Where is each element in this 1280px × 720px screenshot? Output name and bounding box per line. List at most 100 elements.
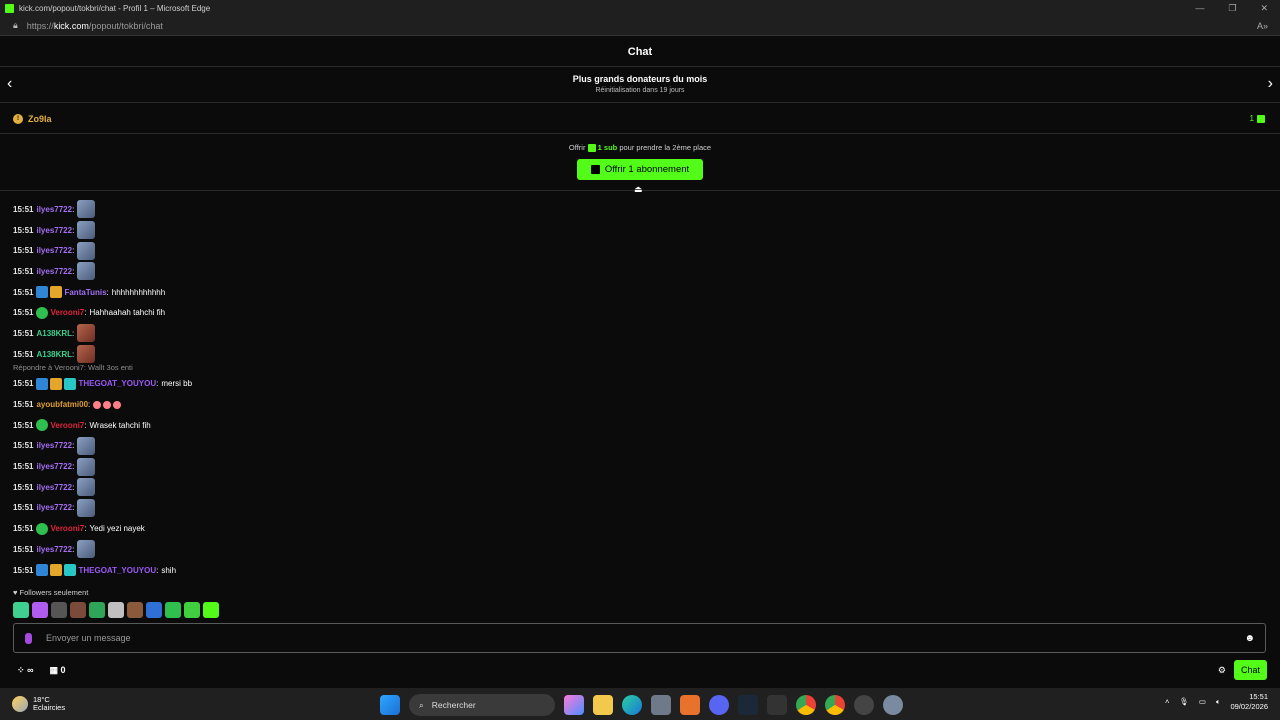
pigeon-emote-icon[interactable] bbox=[77, 241, 96, 260]
pigeon-emote-icon[interactable] bbox=[77, 478, 96, 497]
reply-context[interactable]: Répondre à Verooni7: Wallt 3os enti bbox=[13, 362, 1263, 374]
app-mail-icon[interactable] bbox=[767, 695, 787, 715]
store-app-icon[interactable] bbox=[651, 695, 671, 715]
message-username[interactable]: ilyes7722 bbox=[36, 462, 72, 471]
message-username[interactable]: THEGOAT_YOUYOU bbox=[78, 379, 156, 388]
face-emote-icon[interactable] bbox=[77, 345, 96, 364]
gold-badge-icon[interactable] bbox=[50, 564, 63, 577]
blue-badge-icon[interactable] bbox=[36, 564, 49, 577]
message-input[interactable]: Envoyer un message ☻ bbox=[13, 623, 1266, 653]
message-username[interactable]: THEGOAT_YOUYOU bbox=[78, 566, 156, 575]
chrome-profile-icon[interactable] bbox=[825, 695, 845, 715]
emote-1-icon[interactable] bbox=[13, 602, 29, 618]
send-chat-button[interactable]: Chat bbox=[1233, 660, 1267, 680]
blue-badge-icon[interactable] bbox=[36, 377, 49, 390]
message-username[interactable]: A138KRL bbox=[36, 329, 72, 338]
url-host: kick.com bbox=[53, 20, 89, 31]
message-username[interactable]: FantaTunis bbox=[64, 288, 106, 297]
emote-9-icon[interactable] bbox=[165, 602, 181, 618]
microphone-icon[interactable] bbox=[25, 632, 32, 644]
edge-icon[interactable] bbox=[622, 695, 642, 715]
emote-7-icon[interactable] bbox=[127, 602, 143, 618]
message-username[interactable]: ilyes7722 bbox=[36, 483, 72, 492]
collapse-icon[interactable]: ⏏ bbox=[634, 184, 643, 195]
emote-8-icon[interactable] bbox=[146, 602, 162, 618]
message-text: Yedi yezi nayek bbox=[89, 524, 145, 534]
teal-badge-icon[interactable] bbox=[64, 377, 77, 390]
message-username[interactable]: ilyes7722 bbox=[36, 503, 72, 512]
message-username[interactable]: ayoubfatmi00 bbox=[36, 400, 88, 409]
clock[interactable]: 15:51 09/02/2026 bbox=[1230, 692, 1268, 712]
green-badge-icon[interactable] bbox=[36, 522, 49, 535]
message-username[interactable]: Verooni7 bbox=[50, 421, 84, 430]
pigeon-emote-icon[interactable] bbox=[77, 498, 96, 517]
emote-6-icon[interactable] bbox=[108, 602, 124, 618]
settings-gear-icon[interactable]: ⚙ bbox=[1218, 665, 1226, 676]
app-orange-icon[interactable] bbox=[680, 695, 700, 715]
restore-icon[interactable]: ❐ bbox=[1228, 3, 1236, 14]
offer-subscription-button[interactable]: Offrir 1 abonnement bbox=[577, 159, 703, 180]
network-icon[interactable]: ▭ bbox=[1199, 697, 1206, 706]
weather-icon bbox=[12, 696, 28, 712]
chevron-up-icon[interactable]: ˄ bbox=[1165, 697, 1169, 706]
chat-message: 15:51 ayoubfatmi00: bbox=[13, 394, 1263, 415]
message-username[interactable]: A138KRL bbox=[36, 350, 72, 359]
emote-2-icon[interactable] bbox=[32, 602, 48, 618]
green-badge-icon[interactable] bbox=[36, 419, 49, 432]
smile-emoji-icon[interactable] bbox=[113, 400, 122, 409]
system-tray: ˄ 🎙︎ ▭ 🔈︎ 15:51 09/02/2026 bbox=[1165, 692, 1268, 712]
message-username[interactable]: ilyes7722 bbox=[36, 441, 72, 450]
message-username[interactable]: Verooni7 bbox=[50, 308, 84, 317]
top-donor-name[interactable]: Zo9la bbox=[28, 114, 52, 124]
steam-icon[interactable] bbox=[738, 695, 758, 715]
volume-icon[interactable]: 🔈︎ bbox=[1216, 697, 1221, 707]
face-emote-icon[interactable] bbox=[77, 324, 96, 343]
gold-badge-icon[interactable] bbox=[50, 377, 63, 390]
message-username[interactable]: ilyes7722 bbox=[36, 267, 72, 276]
pigeon-emote-icon[interactable] bbox=[77, 200, 96, 219]
emote-5-icon[interactable] bbox=[89, 602, 105, 618]
address-bar[interactable]: 🔒︎ https://kick.com/popout/tokbri/chat A… bbox=[0, 16, 1280, 36]
store-indicator[interactable]: ▦ 0 bbox=[49, 665, 65, 676]
pigeon-emote-icon[interactable] bbox=[77, 457, 96, 476]
message-username[interactable]: ilyes7722 bbox=[36, 545, 72, 554]
close-icon[interactable]: ✕ bbox=[1260, 3, 1268, 14]
message-username[interactable]: ilyes7722 bbox=[36, 205, 72, 214]
discord-icon[interactable] bbox=[709, 695, 729, 715]
weather-widget[interactable]: 18°C Eclaircies bbox=[12, 695, 65, 713]
chevron-right-icon[interactable]: › bbox=[1268, 75, 1273, 93]
emote-10-icon[interactable] bbox=[184, 602, 200, 618]
minimize-icon[interactable]: — bbox=[1195, 3, 1204, 14]
file-explorer-icon[interactable] bbox=[593, 695, 613, 715]
points-indicator[interactable]: ⁘ ∞ bbox=[17, 665, 33, 676]
settings-app-icon[interactable] bbox=[883, 695, 903, 715]
message-time: 15:51 bbox=[13, 565, 34, 575]
chrome-icon[interactable] bbox=[796, 695, 816, 715]
copilot-icon[interactable] bbox=[564, 695, 584, 715]
emote-3-icon[interactable] bbox=[51, 602, 67, 618]
lock-icon[interactable]: 🔒︎ bbox=[13, 20, 18, 31]
emote-4-icon[interactable] bbox=[70, 602, 86, 618]
emote-11-icon[interactable] bbox=[203, 602, 219, 618]
read-aloud-icon[interactable]: A» bbox=[1257, 21, 1268, 31]
emoji-picker-icon[interactable]: ☻ bbox=[1244, 633, 1255, 644]
start-windows-icon[interactable] bbox=[380, 695, 400, 715]
green-badge-icon[interactable] bbox=[36, 306, 49, 319]
gold-badge-icon[interactable] bbox=[50, 286, 63, 299]
teal-badge-icon[interactable] bbox=[64, 564, 77, 577]
message-username[interactable]: ilyes7722 bbox=[36, 246, 72, 255]
pigeon-emote-icon[interactable] bbox=[77, 436, 96, 455]
taskbar-search[interactable]: ⌕ Rechercher bbox=[409, 694, 555, 716]
message-username[interactable]: ilyes7722 bbox=[36, 226, 72, 235]
message-username[interactable]: Verooni7 bbox=[50, 524, 84, 533]
smile-emoji-icon[interactable] bbox=[93, 400, 102, 409]
blue-badge-icon[interactable] bbox=[36, 286, 49, 299]
message-text: shih bbox=[161, 565, 177, 575]
smile-emoji-icon[interactable] bbox=[103, 400, 112, 409]
app-circle-icon[interactable] bbox=[854, 695, 874, 715]
pigeon-emote-icon[interactable] bbox=[77, 221, 96, 240]
search-label: Rechercher bbox=[431, 700, 476, 710]
pigeon-emote-icon[interactable] bbox=[77, 540, 96, 559]
pigeon-emote-icon[interactable] bbox=[77, 262, 96, 281]
microphone-tray-icon[interactable]: 🎙︎ bbox=[1179, 697, 1189, 706]
